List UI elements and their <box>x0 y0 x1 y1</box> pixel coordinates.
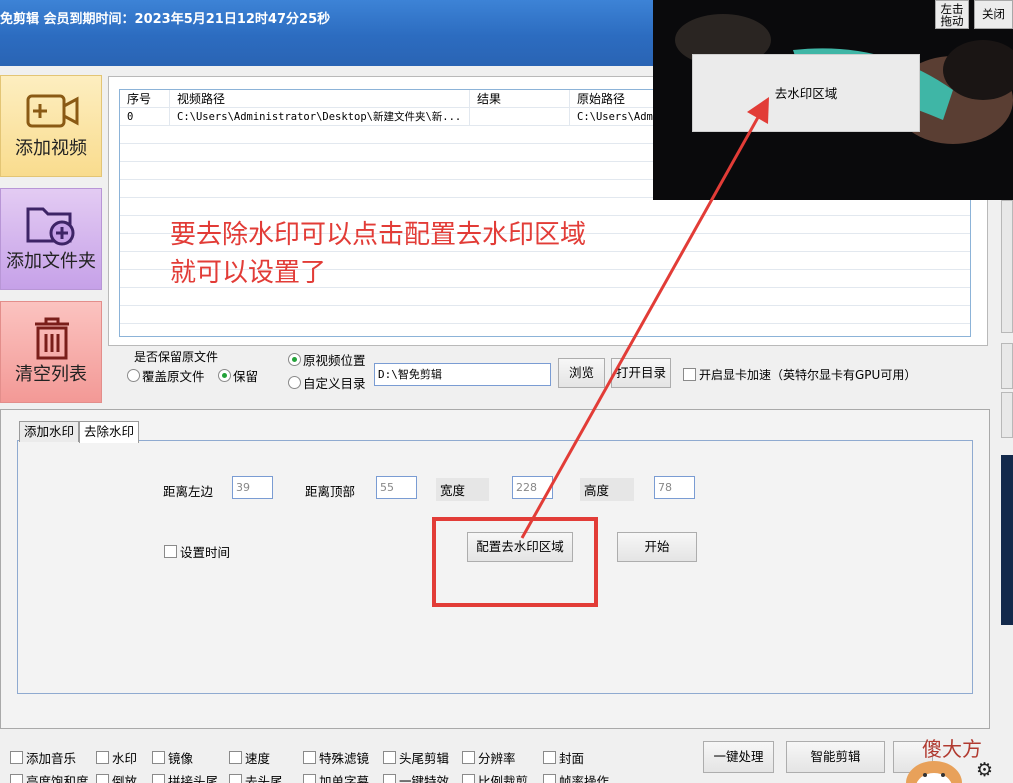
option-checkbox[interactable]: 速度 <box>229 748 270 767</box>
width-input[interactable]: 228 <box>512 476 553 499</box>
keep-radio[interactable]: 保留 <box>218 366 258 385</box>
custom-dir-radio[interactable]: 自定义目录 <box>288 373 366 392</box>
start-button[interactable]: 开始 <box>617 532 697 562</box>
overwrite-radio-label: 覆盖原文件 <box>142 369 205 384</box>
tab-remove-watermark[interactable]: 去除水印 <box>79 421 140 443</box>
right-edge-button[interactable] <box>1001 392 1013 438</box>
table-row <box>120 198 970 216</box>
watermark-region[interactable]: 去水印区域 <box>692 54 920 132</box>
open-directory-button[interactable]: 打开目录 <box>611 358 671 388</box>
add-video-button[interactable]: 添加视频 <box>0 75 102 177</box>
distance-left-label: 距离左边 <box>163 484 214 499</box>
original-location-radio[interactable]: 原视频位置 <box>288 350 366 369</box>
height-label: 高度 <box>580 478 634 501</box>
cell-result <box>470 108 570 126</box>
clear-list-button[interactable]: 清空列表 <box>0 301 102 403</box>
annotation-text: 要去除水印可以点击配置去水印区域 就可以设置了 <box>170 216 586 292</box>
option-checkbox[interactable]: 特殊滤镜 <box>303 748 369 767</box>
smart-edit-button[interactable]: 智能剪辑 <box>786 741 885 773</box>
option-checkbox[interactable]: 拼接头尾 <box>152 771 218 783</box>
set-time-box <box>164 545 177 558</box>
right-edge-panel <box>1001 455 1013 625</box>
distance-left-input[interactable]: 39 <box>232 476 273 499</box>
option-checkbox[interactable]: 加单字幕 <box>303 771 369 783</box>
annotation-line-1: 要去除水印可以点击配置去水印区域 <box>170 220 587 250</box>
highlight-box <box>432 517 598 607</box>
add-video-label: 添加视频 <box>15 138 87 159</box>
tab-add-watermark[interactable]: 添加水印 <box>19 421 80 442</box>
column-header-index: 序号 <box>120 90 170 108</box>
window-title: 免剪辑 会员到期时间：2023年5月21日12时47分25秒 <box>0 12 331 27</box>
gpu-acceleration-checkbox[interactable]: 开启显卡加速（英特尔显卡有GPU可用） <box>683 366 916 383</box>
option-checkbox[interactable]: 添加音乐 <box>10 748 76 767</box>
option-checkbox[interactable]: 去头尾 <box>229 771 283 783</box>
option-checkbox[interactable]: 分辨率 <box>462 748 516 767</box>
option-checkbox[interactable]: 倒放 <box>96 771 137 783</box>
close-button[interactable]: 关闭 <box>974 0 1013 29</box>
gear-icon[interactable]: ⚙ <box>976 759 993 781</box>
option-checkbox[interactable]: 比例裁剪 <box>462 771 528 783</box>
overwrite-radio-dot <box>127 369 140 382</box>
keep-radio-label: 保留 <box>233 369 259 384</box>
keep-radio-dot <box>218 369 231 382</box>
overwrite-radio[interactable]: 覆盖原文件 <box>127 366 205 385</box>
drag-button[interactable]: 左击 拖动 <box>935 0 969 29</box>
keep-original-label: 是否保留原文件 <box>134 350 219 364</box>
trash-icon <box>35 317 69 360</box>
mascot-icon <box>906 761 962 783</box>
browse-button[interactable]: 浏览 <box>558 358 605 388</box>
column-header-video-path: 视频路径 <box>170 90 470 108</box>
distance-top-input[interactable]: 55 <box>376 476 417 499</box>
distance-top-label: 距离顶部 <box>305 484 356 499</box>
gpu-acceleration-label: 开启显卡加速（英特尔显卡有GPU可用） <box>699 368 917 382</box>
option-checkbox[interactable]: 水印 <box>96 748 137 767</box>
original-location-label: 原视频位置 <box>303 353 366 368</box>
cell-index: 0 <box>120 108 170 126</box>
option-checkbox[interactable]: 头尾剪辑 <box>383 748 449 767</box>
add-folder-button[interactable]: 添加文件夹 <box>0 188 102 290</box>
add-folder-label: 添加文件夹 <box>6 251 96 272</box>
option-checkbox[interactable]: 一键特效 <box>383 771 449 783</box>
annotation-line-2: 就可以设置了 <box>170 258 327 288</box>
video-add-icon <box>26 94 79 128</box>
custom-dir-label: 自定义目录 <box>303 376 366 391</box>
option-checkbox[interactable]: 封面 <box>543 748 584 767</box>
right-edge-button[interactable] <box>1001 343 1013 389</box>
set-time-checkbox[interactable]: 设置时间 <box>164 542 230 561</box>
option-checkbox[interactable]: 帧率操作 <box>543 771 609 783</box>
cell-video-path: C:\Users\Administrator\Desktop\新建文件夹\新..… <box>170 108 470 126</box>
option-checkbox[interactable]: 镜像 <box>152 748 193 767</box>
options-row-2: 亮度饱和度 倒放 拼接头尾 去头尾 加单字幕 一键特效 比例裁剪 帧率操作 <box>10 771 700 783</box>
right-edge-panel <box>1001 200 1013 333</box>
batch-process-button[interactable]: 一键处理 <box>703 741 774 773</box>
height-input[interactable]: 78 <box>654 476 695 499</box>
clear-list-label: 清空列表 <box>15 364 87 385</box>
table-row <box>120 306 970 324</box>
folder-add-icon <box>26 207 75 246</box>
width-label: 宽度 <box>436 478 489 501</box>
original-location-radio-dot <box>288 353 301 366</box>
set-time-label: 设置时间 <box>180 545 231 560</box>
gpu-acceleration-box <box>683 368 696 381</box>
column-header-result: 结果 <box>470 90 570 108</box>
options-row-1: 添加音乐 水印 镜像 速度 特殊滤镜 头尾剪辑 分辨率 封面 <box>10 748 700 768</box>
option-checkbox[interactable]: 亮度饱和度 <box>10 771 89 783</box>
output-path-input[interactable]: D:\智免剪辑 <box>374 363 551 386</box>
custom-dir-radio-dot <box>288 376 301 389</box>
